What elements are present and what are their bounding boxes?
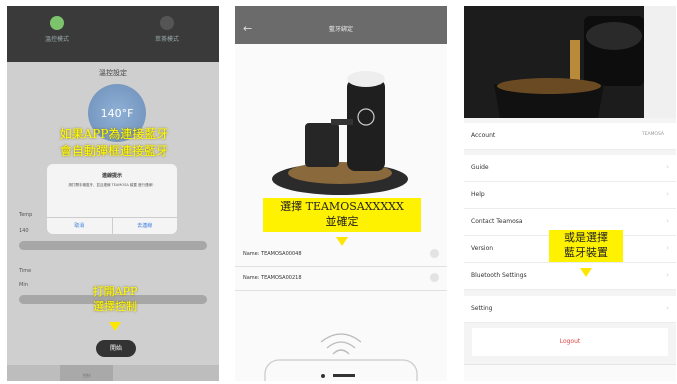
tab-2[interactable]	[506, 365, 548, 381]
tab-profile[interactable]	[634, 365, 676, 381]
tab-4[interactable]	[591, 365, 633, 381]
tab-control[interactable]: 控制	[60, 365, 113, 381]
settings-row-help[interactable]: Help ›	[464, 182, 676, 209]
mode-tab-temp[interactable]: 溫控模式	[22, 16, 92, 43]
brew-mode-icon	[160, 16, 174, 30]
time-label: Time	[19, 268, 32, 274]
annotation-select-device: 選擇 TEAMOSAXXXXX 並確定	[263, 198, 421, 232]
tab-1[interactable]	[464, 365, 506, 381]
annotation-open-app: 打開APP 選擇控制	[92, 285, 138, 314]
bluetooth-dialog: 連線提示 請打開手機藍牙，並且連線 TEAMOSA 裝置 進行連線！ 取消 去連…	[47, 164, 177, 234]
tab-4[interactable]	[166, 365, 219, 381]
annotation-bluetooth: 或是選擇 藍牙裝置	[549, 230, 623, 262]
device-row[interactable]: Name: TEAMOSA00218	[235, 268, 447, 291]
temp-mode-icon	[50, 16, 64, 30]
temp-label: Temp	[19, 212, 33, 218]
mode-tab-brew[interactable]: 萃茶模式	[132, 16, 202, 43]
page-title: 溫控設定	[99, 69, 127, 77]
temp-value: 140	[19, 228, 29, 234]
device-name: Name: TEAMOSA00218	[243, 275, 302, 281]
select-circle-icon	[430, 273, 439, 282]
tab-bar: 控制	[7, 365, 219, 381]
annotation-auto-connect: 如果APP為連接藍牙 會自動彈框連接藍牙	[59, 127, 169, 158]
select-circle-icon	[430, 249, 439, 258]
device-name: Name: TEAMOSA00048	[243, 251, 302, 257]
temp-slider[interactable]	[19, 241, 207, 250]
hero-image	[464, 6, 676, 118]
dialog-connect-button[interactable]: 去連線	[113, 218, 178, 234]
settings-row-guide[interactable]: Guide ›	[464, 155, 676, 182]
tab-3[interactable]	[549, 365, 591, 381]
chevron-right-icon: ›	[666, 304, 669, 312]
settings-row-setting[interactable]: Setting ›	[464, 296, 676, 323]
start-button[interactable]: 開始	[96, 340, 136, 357]
settings-row-account[interactable]: Account TEAMOSA	[464, 123, 676, 150]
chevron-right-icon: ›	[666, 217, 669, 225]
settings-row-bluetooth[interactable]: Bluetooth Settings ›	[464, 263, 676, 290]
mode-header: 溫控模式 萃茶模式	[7, 6, 219, 62]
tea-machine-image	[272, 71, 408, 195]
logout-button[interactable]: Logout	[472, 328, 668, 356]
phone-screen-bluetooth: ← 藍牙綁定 選擇 TEAMOSAXXXXX 並確定 Name: TEAMOSA…	[235, 6, 447, 381]
chevron-right-icon: ›	[666, 271, 669, 279]
page-title: 藍牙綁定	[328, 26, 353, 33]
tab-3[interactable]	[113, 365, 166, 381]
chevron-right-icon: ›	[666, 244, 669, 252]
bluetooth-searching-icon	[264, 333, 418, 381]
mode-label: 萃茶模式	[154, 36, 179, 43]
tab-1[interactable]	[7, 365, 60, 381]
chevron-right-icon: ›	[666, 190, 669, 198]
chevron-right-icon: ›	[666, 163, 669, 171]
header-bar: ← 藍牙綁定	[235, 6, 447, 44]
dialog-message: 請打開手機藍牙，並且連線 TEAMOSA 裝置 進行連線！	[68, 183, 156, 187]
mode-label: 溫控模式	[44, 36, 69, 43]
tab-bar	[464, 364, 676, 381]
device-row[interactable]: Name: TEAMOSA00048	[235, 244, 447, 267]
phone-screen-settings: Account TEAMOSA Guide › Help › Contact Tea…	[464, 6, 676, 381]
time-value: Min	[19, 282, 28, 288]
arrow-icon	[109, 322, 121, 331]
dialog-title: 連線提示	[101, 173, 122, 179]
arrow-icon	[580, 268, 592, 277]
phone-screen-control: 溫控模式 萃茶模式 溫控設定 140°F 如果APP為連接藍牙 會自動彈框連接藍…	[7, 6, 219, 381]
dialog-cancel-button[interactable]: 取消	[47, 218, 113, 234]
